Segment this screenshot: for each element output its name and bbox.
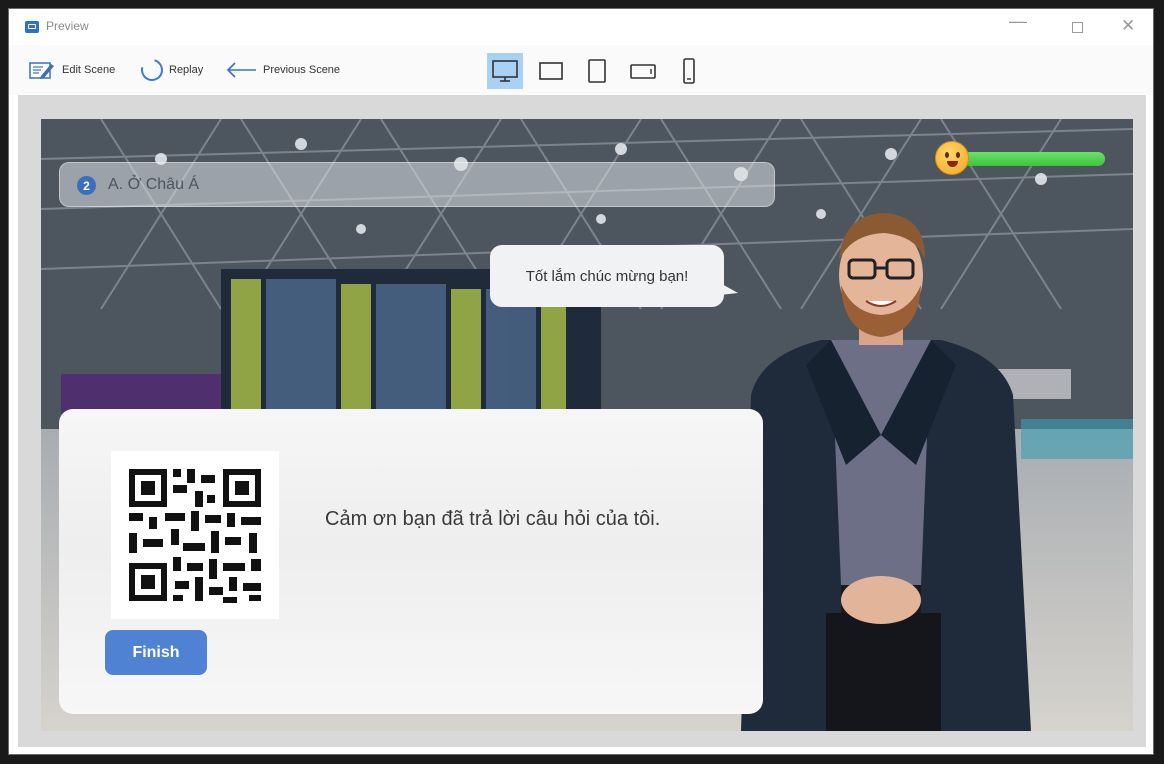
question-text: A. Ở Châu Á bbox=[108, 176, 200, 193]
device-tablet-button[interactable] bbox=[579, 53, 615, 89]
tablet-icon bbox=[588, 59, 606, 83]
previous-scene-label: Previous Scene bbox=[263, 64, 341, 76]
phone-icon bbox=[683, 58, 695, 84]
speech-text: Tốt lắm chúc mừng bạn! bbox=[525, 267, 689, 285]
speech-bubble: Tốt lắm chúc mừng bạn! bbox=[490, 245, 738, 307]
device-desktop-button[interactable] bbox=[487, 53, 523, 89]
device-widescreen-button[interactable] bbox=[533, 53, 569, 89]
device-selector bbox=[487, 53, 707, 89]
desktop-icon bbox=[492, 60, 518, 82]
previous-scene-button[interactable]: Previous Scene bbox=[225, 58, 340, 82]
minimize-button[interactable]: — bbox=[1009, 11, 1027, 32]
scene-stage: 2 A. Ở Châu Á Tốt lắm chúc mừng bạn! Cảm… bbox=[41, 119, 1133, 731]
stage-area: 2 A. Ở Châu Á Tốt lắm chúc mừng bạn! Cảm… bbox=[18, 95, 1146, 747]
title-bar: Preview — ✕ bbox=[9, 9, 1153, 45]
question-number-badge: 2 bbox=[77, 176, 96, 195]
window-title: Preview bbox=[46, 19, 89, 33]
device-phone-button[interactable] bbox=[671, 53, 707, 89]
preview-window: Preview — ✕ Edit Scene Replay Previous S… bbox=[8, 8, 1154, 755]
result-card: Cảm ơn bạn đã trả lời câu hỏi của tôi. F… bbox=[59, 409, 763, 714]
toolbar: Edit Scene Replay Previous Scene bbox=[9, 45, 1153, 95]
finish-button[interactable]: Finish bbox=[105, 630, 207, 675]
presenter-character bbox=[741, 213, 1031, 731]
card-message: Cảm ơn bạn đã trả lời câu hỏi của tôi. bbox=[325, 508, 661, 530]
edit-scene-icon bbox=[29, 60, 56, 80]
device-tablet-landscape-button[interactable] bbox=[625, 53, 661, 89]
replay-icon bbox=[136, 54, 168, 86]
smiley-face-icon bbox=[935, 141, 969, 175]
score-progress-track bbox=[963, 152, 1105, 166]
replay-label: Replay bbox=[169, 64, 204, 76]
score-progress-fill bbox=[963, 152, 1105, 166]
arrow-left-icon bbox=[225, 62, 257, 78]
edit-scene-button[interactable]: Edit Scene bbox=[29, 58, 115, 82]
question-bar: 2 A. Ở Châu Á bbox=[59, 162, 775, 207]
maximize-button[interactable] bbox=[1072, 22, 1083, 33]
qr-code-image bbox=[111, 451, 279, 619]
score-meter bbox=[935, 141, 1111, 177]
app-icon bbox=[25, 21, 39, 33]
edit-scene-label: Edit Scene bbox=[62, 64, 116, 76]
replay-button[interactable]: Replay bbox=[136, 54, 204, 86]
widescreen-icon bbox=[539, 62, 563, 80]
close-button[interactable]: ✕ bbox=[1121, 16, 1135, 36]
tablet-landscape-icon bbox=[630, 64, 656, 79]
